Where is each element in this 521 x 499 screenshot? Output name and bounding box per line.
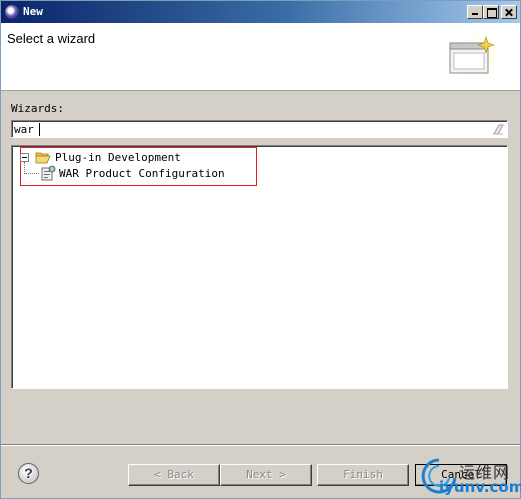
product-configuration-icon — [41, 165, 56, 181]
text-cursor — [39, 123, 40, 136]
filter-text: war — [14, 123, 34, 136]
window-title: New — [23, 5, 43, 18]
tree-item-label: WAR Product Configuration — [59, 166, 225, 180]
clear-filter-icon[interactable] — [492, 124, 504, 135]
wizard-tree[interactable]: Plug-in Development WAR Product Configur… — [11, 145, 508, 389]
back-button[interactable]: < Back — [128, 464, 220, 486]
help-button[interactable]: ? — [18, 463, 39, 484]
eclipse-icon — [5, 5, 19, 19]
next-button[interactable]: Next > — [220, 464, 312, 486]
page-title: Select a wizard — [7, 31, 96, 46]
wizard-header: Select a wizard — [1, 23, 520, 91]
tree-item-war-product-configuration[interactable]: WAR Product Configuration — [40, 165, 225, 181]
cancel-button[interactable]: Cancel — [415, 464, 507, 486]
collapse-icon[interactable] — [20, 152, 29, 162]
wizard-filter-input[interactable]: war — [11, 120, 508, 138]
tree-connector — [25, 173, 39, 174]
tree-item-plugin-development[interactable]: Plug-in Development — [20, 149, 181, 165]
finish-button[interactable]: Finish — [317, 464, 409, 486]
wizards-label: Wizards: — [11, 102, 64, 115]
folder-open-icon — [35, 152, 51, 163]
new-wizard-dialog: New Select a wizard Wizards: war Plug-in… — [0, 0, 521, 499]
maximize-button[interactable] — [483, 5, 499, 19]
close-button[interactable] — [501, 5, 517, 19]
button-bar-separator — [1, 444, 520, 446]
tree-item-label: Plug-in Development — [55, 150, 181, 164]
title-bar[interactable]: New — [1, 1, 520, 23]
new-wizard-icon — [448, 35, 498, 81]
minimize-button[interactable] — [467, 5, 483, 19]
